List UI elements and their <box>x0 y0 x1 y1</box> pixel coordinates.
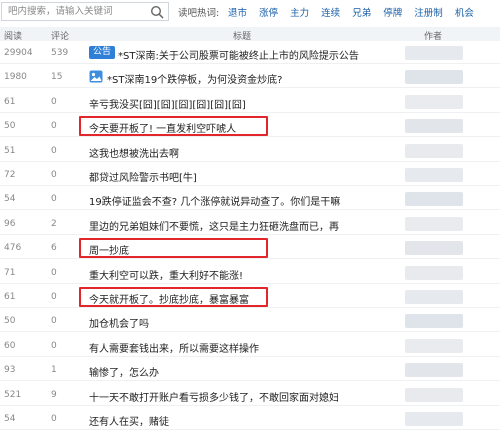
read-count: 54 <box>4 194 16 205</box>
comment-count: 0 <box>51 316 57 327</box>
search-box <box>1 2 169 21</box>
read-count: 72 <box>4 170 16 180</box>
table-row: 51 0 这我也想被洗出去啊 <box>0 140 500 162</box>
comment-count: 0 <box>51 267 57 278</box>
read-count: 54 <box>4 414 16 424</box>
author-avatar-blurred[interactable] <box>405 143 463 158</box>
author-avatar-blurred[interactable] <box>405 412 463 426</box>
table-row: 72 0 都贷过风险警示书吧[牛] <box>0 164 500 186</box>
post-title-link[interactable]: *ST深南19个跌停板，为何没资金炒底? <box>107 71 283 86</box>
highlight-box <box>79 237 268 258</box>
hot-word-link[interactable]: 主力 <box>290 8 309 19</box>
image-icon <box>89 70 103 83</box>
author-avatar-blurred[interactable] <box>405 314 463 329</box>
read-count: 71 <box>4 267 16 278</box>
read-count: 1980 <box>4 72 27 83</box>
comment-count: 539 <box>51 48 69 58</box>
table-row: 29904 539 公告 *ST深南:关于公司股票可能被终止上市的风险提示公告 <box>0 42 500 64</box>
comment-count: 0 <box>51 194 57 205</box>
comment-count: 0 <box>51 292 57 302</box>
read-count: 60 <box>4 340 16 351</box>
author-avatar-blurred[interactable] <box>405 265 463 280</box>
comment-count: 0 <box>51 170 57 180</box>
table-row: 96 2 里边的兄弟姐妹们不要慌，这只是主力狂砸洗盘而已，再 <box>0 213 500 235</box>
table-row: 50 0 加仓机会了吗 <box>0 310 500 333</box>
author-avatar-blurred[interactable] <box>405 94 463 109</box>
read-count: 51 <box>4 145 16 156</box>
post-title-link[interactable]: 辛亏我没买[囧][囧][囧][囧][囧][囧] <box>89 96 246 111</box>
post-title-link[interactable]: 这我也想被洗出去啊 <box>89 145 179 160</box>
comment-count: 6 <box>51 243 57 254</box>
post-title-link[interactable]: 还有人在买，赌徒 <box>89 413 169 428</box>
post-title-link[interactable]: 重大利空可以跌，重大利好不能涨! <box>89 267 243 282</box>
author-avatar-blurred[interactable] <box>405 241 463 256</box>
hot-word-link[interactable]: 注册制 <box>414 8 443 19</box>
post-title-link[interactable]: *ST深南:关于公司股票可能被终止上市的风险提示公告 <box>118 47 359 62</box>
post-title-link[interactable]: 加仓机会了吗 <box>89 315 149 330</box>
read-count: 96 <box>4 218 16 229</box>
hot-word-link[interactable]: 停牌 <box>383 8 402 19</box>
highlight-box <box>79 286 268 307</box>
read-count: 29904 <box>4 48 33 58</box>
post-title-link[interactable]: 里边的兄弟姐妹们不要慌，这只是主力狂砸洗盘而已，再 <box>89 218 339 233</box>
search-icon[interactable] <box>150 5 164 19</box>
table-row: 54 0 19跌停证监会不查? 几个涨停就说异动查了。你们是干嘛 <box>0 188 500 211</box>
author-avatar-blurred[interactable] <box>405 70 463 85</box>
read-count: 521 <box>4 389 22 400</box>
read-count: 61 <box>4 96 16 107</box>
author-avatar-blurred[interactable] <box>405 46 463 60</box>
hot-word-link[interactable]: 退市 <box>228 8 247 19</box>
hot-word-link[interactable]: 兄弟 <box>352 8 371 19</box>
post-title-link[interactable]: 有人需要套钱出来，所以需要这样操作 <box>89 340 259 355</box>
author-avatar-blurred[interactable] <box>405 119 463 134</box>
post-title-link[interactable]: 十一天不敢打开账户看亏损多少钱了，不敢回家面对媳妇 <box>89 389 339 404</box>
author-avatar-blurred[interactable] <box>405 192 463 207</box>
comment-count: 1 <box>51 365 57 376</box>
comment-count: 0 <box>51 414 57 424</box>
hot-word-link[interactable]: 涨停 <box>259 8 278 19</box>
read-count: 476 <box>4 243 22 254</box>
table-row: 93 1 输惨了，怎么办 <box>0 359 500 382</box>
comment-count: 0 <box>51 96 57 107</box>
comment-count: 0 <box>51 145 57 156</box>
table-row: 61 0 辛亏我没买[囧][囧][囧][囧][囧][囧] <box>0 91 500 113</box>
hot-word-link[interactable]: 机会 <box>455 8 474 19</box>
table-row: 54 0 还有人在买，赌徒 <box>0 408 500 430</box>
table-row: 60 0 有人需要套钱出来，所以需要这样操作 <box>0 335 500 357</box>
column-comments: 评论 <box>51 32 70 42</box>
column-reads: 阅读 <box>4 32 23 42</box>
author-avatar-blurred[interactable] <box>405 338 463 353</box>
post-title-link[interactable]: 都贷过风险警示书吧[牛] <box>89 169 197 184</box>
post-title-link[interactable]: 19跌停证监会不查? 几个涨停就说异动查了。你们是干嘛 <box>89 193 340 208</box>
table-row: 71 0 重大利空可以跌，重大利好不能涨! <box>0 262 500 284</box>
announcement-badge: 公告 <box>89 46 115 59</box>
comment-count: 0 <box>51 340 57 351</box>
toolbar: 读吧热词: 退市 涨停 主力 连续 兄弟 停牌 注册制 机会 <box>0 0 500 24</box>
table-header: 阅读 评论 标题 作者 <box>0 27 500 42</box>
read-count: 93 <box>4 365 16 376</box>
author-avatar-blurred[interactable] <box>405 168 463 182</box>
author-avatar-blurred[interactable] <box>405 363 463 378</box>
highlight-box <box>79 115 268 136</box>
comment-count: 0 <box>51 121 57 132</box>
hot-words-label: 读吧热词: <box>178 8 220 19</box>
read-count: 50 <box>4 316 16 327</box>
author-avatar-blurred[interactable] <box>405 216 463 231</box>
read-count: 50 <box>4 121 16 132</box>
read-count: 61 <box>4 292 16 302</box>
comment-count: 15 <box>51 72 63 83</box>
column-title: 标题 <box>233 32 252 42</box>
column-author: 作者 <box>424 32 443 42</box>
hot-word-link[interactable]: 连续 <box>321 8 340 19</box>
search-input[interactable] <box>8 4 144 19</box>
comment-count: 9 <box>51 389 57 400</box>
post-title-link[interactable]: 输惨了，怎么办 <box>89 364 159 379</box>
table-row: 1980 15 *ST深南19个跌停板，为何没资金炒底? <box>0 66 500 89</box>
author-avatar-blurred[interactable] <box>405 290 463 304</box>
table-row: 521 9 十一天不敢打开账户看亏损多少钱了，不敢回家面对媳妇 <box>0 384 500 406</box>
author-avatar-blurred[interactable] <box>405 387 463 402</box>
comment-count: 2 <box>51 218 57 229</box>
hot-words: 退市 涨停 主力 连续 兄弟 停牌 注册制 机会 <box>228 5 483 19</box>
